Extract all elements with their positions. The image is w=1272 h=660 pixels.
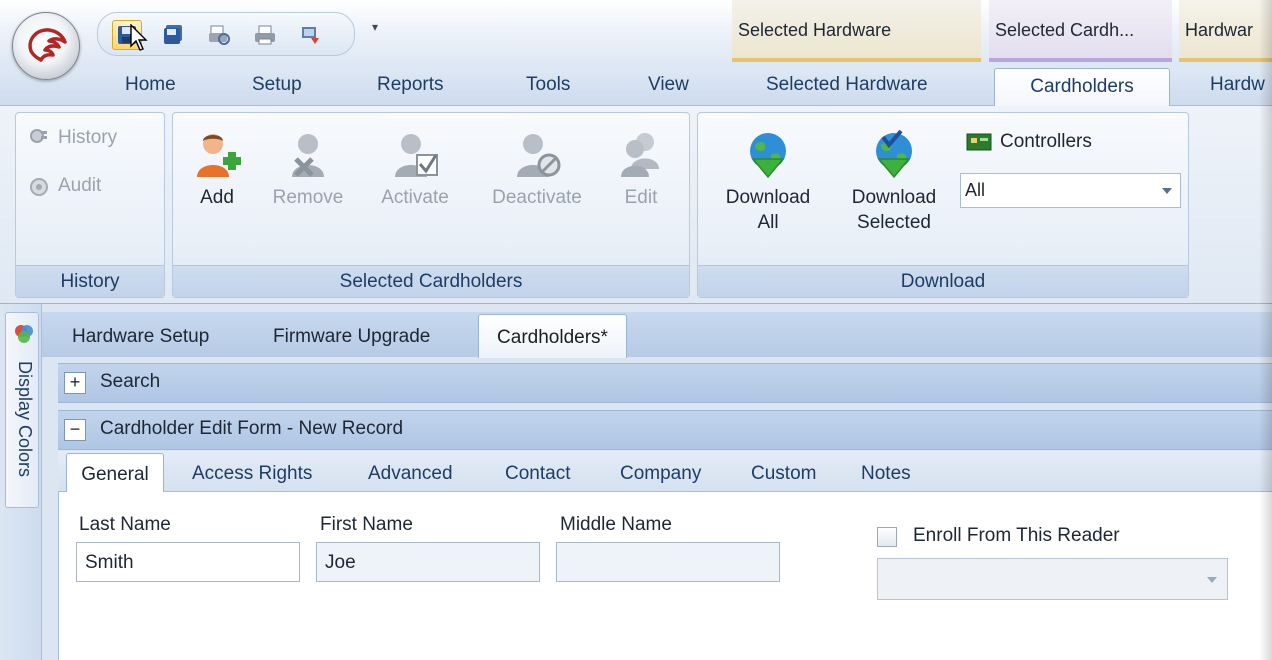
activate-cardholder-button[interactable]: Activate bbox=[369, 129, 461, 210]
add-label: Add bbox=[200, 187, 234, 208]
deactivate-label: Deactivate bbox=[492, 187, 582, 208]
color-palette-icon bbox=[15, 325, 33, 343]
enroll-reader-dropdown[interactable] bbox=[877, 558, 1228, 600]
application-menu-button[interactable] bbox=[12, 12, 80, 80]
edit-form-section-header[interactable]: − Cardholder Edit Form - New Record bbox=[58, 410, 1272, 450]
history-group: History Audit History bbox=[15, 112, 165, 298]
activate-label: Activate bbox=[381, 187, 449, 208]
window-edge-shadow bbox=[1259, 0, 1272, 660]
audit-button[interactable]: Audit bbox=[28, 175, 101, 197]
deactivate-cardholder-button[interactable]: Deactivate bbox=[479, 129, 595, 210]
selected-cardholders-group: Add Remove Activate Deactivate Edit Sele… bbox=[172, 112, 690, 298]
middle-name-input[interactable] bbox=[556, 542, 780, 582]
tab-view[interactable]: View bbox=[648, 74, 689, 96]
edit-form-section-title: Cardholder Edit Form - New Record bbox=[100, 418, 404, 439]
tab-custom[interactable]: Custom bbox=[751, 463, 816, 485]
download-all-icon bbox=[750, 133, 786, 179]
export-icon[interactable] bbox=[296, 20, 326, 50]
tab-notes[interactable]: Notes bbox=[861, 463, 911, 485]
controllers-button[interactable]: Controllers bbox=[966, 131, 1092, 153]
expand-search-toggle[interactable]: + bbox=[64, 372, 86, 394]
enroll-from-reader-label: Enroll From This Reader bbox=[913, 525, 1120, 546]
print-icon[interactable] bbox=[250, 20, 280, 50]
controllers-dropdown[interactable]: All bbox=[960, 173, 1181, 208]
chevron-down-icon bbox=[1207, 577, 1217, 583]
selected-cardholders-group-label: Selected Cardholders bbox=[173, 265, 689, 297]
add-cardholder-button[interactable]: Add bbox=[189, 129, 245, 210]
form-tab-bar: General Access Rights Advanced Contact C… bbox=[58, 451, 1272, 493]
edit-cardholder-button[interactable]: Edit bbox=[611, 129, 671, 210]
context-tab-selected-hardware[interactable]: Selected Hardware bbox=[732, 0, 981, 62]
controllers-label: Controllers bbox=[1000, 131, 1092, 152]
print-preview-icon[interactable] bbox=[204, 20, 234, 50]
display-colors-tab[interactable]: Display Colors bbox=[5, 312, 39, 508]
tab-general[interactable]: General bbox=[66, 453, 164, 493]
tab-home[interactable]: Home bbox=[125, 74, 176, 96]
app-window: ▾ Selected Hardware Selected Cardh... Ha… bbox=[0, 0, 1272, 660]
tab-hardware[interactable]: Hardw bbox=[1210, 74, 1265, 96]
context-tab-selected-cardholders[interactable]: Selected Cardh... bbox=[989, 0, 1172, 62]
activate-user-icon bbox=[395, 134, 438, 177]
remove-cardholder-button[interactable]: Remove bbox=[263, 129, 353, 210]
tab-cardholders-document[interactable]: Cardholders* bbox=[478, 314, 627, 358]
remove-label: Remove bbox=[272, 187, 344, 208]
tab-selected-hardware[interactable]: Selected Hardware bbox=[766, 74, 928, 96]
download-all-label-line2: All bbox=[757, 212, 779, 233]
edit-label: Edit bbox=[624, 187, 658, 208]
middle-name-label: Middle Name bbox=[560, 514, 672, 535]
tab-reports[interactable]: Reports bbox=[377, 74, 444, 96]
tab-advanced[interactable]: Advanced bbox=[368, 463, 453, 485]
tab-company[interactable]: Company bbox=[620, 463, 701, 485]
last-name-input[interactable]: Smith bbox=[76, 542, 300, 582]
add-user-icon bbox=[197, 134, 241, 177]
tab-access-rights[interactable]: Access Rights bbox=[192, 463, 312, 485]
tab-firmware-upgrade[interactable]: Firmware Upgrade bbox=[273, 326, 430, 348]
download-selected-label-line1: Download bbox=[851, 187, 937, 208]
audit-icon bbox=[30, 178, 48, 196]
tab-cardholders[interactable]: Cardholders bbox=[994, 68, 1170, 107]
last-name-label: Last Name bbox=[79, 514, 171, 535]
title-bar: ▾ Selected Hardware Selected Cardh... Ha… bbox=[0, 0, 1272, 66]
first-name-label: First Name bbox=[320, 514, 413, 535]
audit-label: Audit bbox=[58, 175, 102, 196]
tab-setup[interactable]: Setup bbox=[252, 74, 302, 96]
search-section-title: Search bbox=[100, 371, 161, 392]
download-selected-icon bbox=[876, 129, 912, 179]
history-label: History bbox=[58, 127, 118, 148]
main-content: Hardware Setup Firmware Upgrade Cardhold… bbox=[42, 304, 1272, 660]
history-group-label: History bbox=[16, 265, 164, 297]
ribbon-tab-bar: Home Setup Reports Tools View Selected H… bbox=[0, 66, 1272, 107]
mouse-cursor-icon bbox=[130, 23, 150, 58]
side-panel-strip: Display Colors bbox=[0, 304, 42, 660]
tab-hardware-setup[interactable]: Hardware Setup bbox=[72, 326, 209, 348]
download-selected-label-line2: Selected bbox=[857, 212, 931, 233]
tab-contact[interactable]: Contact bbox=[505, 463, 570, 485]
tab-tools[interactable]: Tools bbox=[526, 74, 570, 96]
eagle-logo-icon bbox=[28, 28, 67, 62]
download-all-label-line1: Download bbox=[725, 187, 811, 208]
history-icon bbox=[30, 129, 47, 143]
download-group: Download All Download Selected Controlle… bbox=[697, 112, 1189, 298]
ribbon-body: History Audit History Add Remove Activat… bbox=[0, 106, 1272, 304]
download-all-button[interactable]: Download All bbox=[714, 129, 822, 235]
history-button[interactable]: History bbox=[28, 127, 117, 149]
remove-user-icon bbox=[292, 134, 324, 177]
display-colors-label: Display Colors bbox=[15, 361, 35, 478]
enroll-from-reader-checkbox[interactable] bbox=[877, 527, 897, 547]
document-tab-bar: Hardware Setup Firmware Upgrade Cardhold… bbox=[42, 312, 1272, 358]
controller-board-icon bbox=[966, 133, 992, 151]
collapse-edit-form-toggle[interactable]: − bbox=[64, 419, 86, 441]
edit-users-icon bbox=[621, 133, 659, 177]
chevron-down-icon bbox=[1162, 188, 1172, 194]
customize-quick-access-icon[interactable]: ▾ bbox=[372, 20, 378, 34]
download-selected-button[interactable]: Download Selected bbox=[840, 129, 948, 235]
deactivate-user-icon bbox=[517, 134, 561, 177]
save-all-icon[interactable] bbox=[158, 20, 188, 50]
controllers-selected-value: All bbox=[965, 180, 986, 200]
download-group-label: Download bbox=[698, 265, 1188, 297]
search-section-header[interactable]: + Search bbox=[58, 363, 1272, 403]
first-name-input[interactable]: Joe bbox=[316, 542, 540, 582]
general-form: Last Name Smith First Name Joe Middle Na… bbox=[58, 492, 1272, 660]
